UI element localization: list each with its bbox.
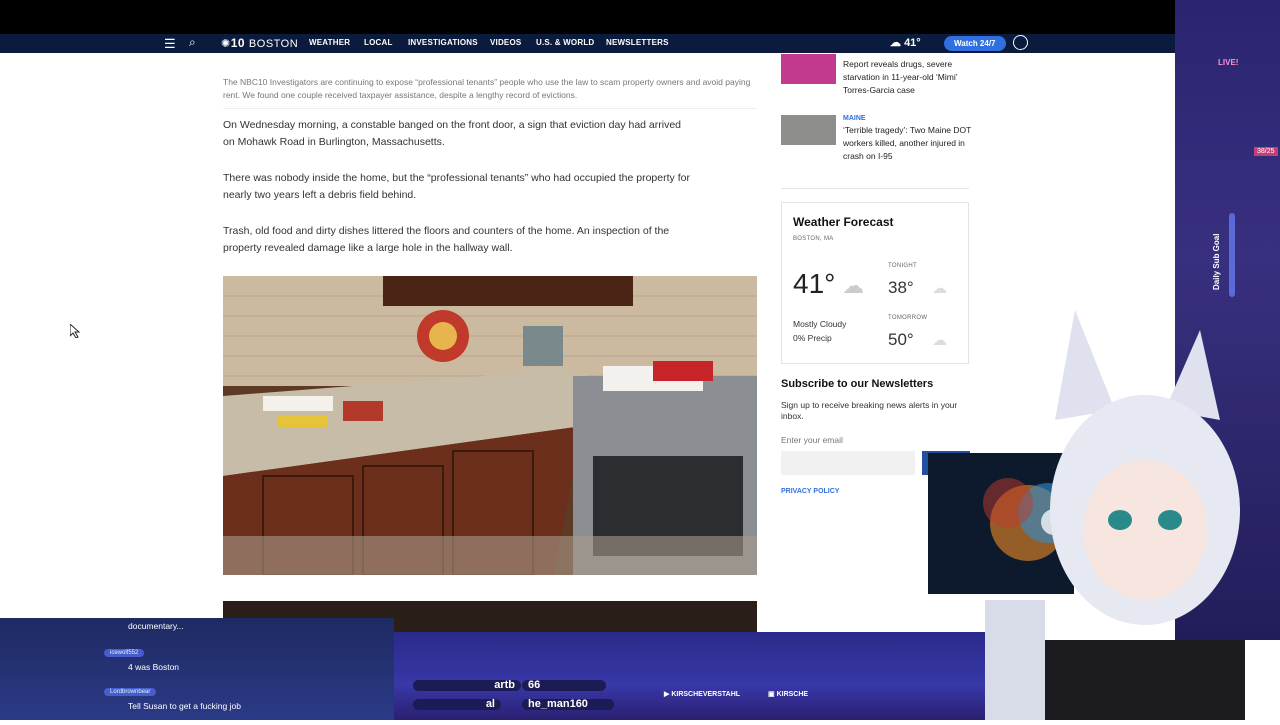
ticker-item: he_man160 [522,699,614,710]
live-indicator: LIVE! [1218,58,1239,67]
nav-weather[interactable]: ☁ 41° [890,36,921,49]
weather-condition: Mostly Cloudy [793,319,847,329]
ticker-item: 66 [522,680,606,691]
tomorrow-temp: 50° [888,330,914,349]
tonight-temp: 38° [888,278,914,297]
stream-chat-box: documentary... icewolf552 4 was Boston L… [0,618,394,720]
article-paragraph: On Wednesday morning, a constable banged… [223,119,682,148]
weather-location: BOSTON, MA [793,236,834,242]
sub-goal-label: Daily Sub Goal [1212,233,1221,290]
article-paragraph: Trash, old food and dirty dishes littere… [223,225,670,254]
nav-item-weather[interactable]: WEATHER [309,38,350,47]
article-photo-kitchen [223,276,757,575]
cloud-sun-icon: ☁ [890,37,901,49]
story-title[interactable]: ‘Terrible tragedy’: Two Maine DOT worker… [843,124,973,163]
email-field[interactable] [781,451,915,475]
ticker-item: artb [413,680,521,691]
hamburger-menu-icon[interactable]: ☰ [164,36,176,52]
chat-username: icewolf552 [104,649,145,657]
newsletter-description: Sign up to receive breaking news alerts … [781,400,958,421]
chat-icon: ▣ [768,691,777,698]
sub-goal-bar [1229,213,1235,297]
story-title[interactable]: Report reveals drugs, severe starvation … [843,58,973,97]
current-temp: 41° [793,268,836,299]
story-thumbnail[interactable] [781,115,836,145]
article-paragraph: There was nobody inside the home, but th… [223,172,690,201]
cloud-sun-icon: ☁ [842,273,864,298]
chat-username: Lordbrownbear [104,688,157,696]
ticker-item: al [413,699,501,710]
divider [223,108,757,109]
search-icon[interactable]: ⌕ [189,35,196,50]
weather-title: Weather Forecast [793,215,894,229]
chat-message: 4 was Boston [128,662,180,672]
chat-message: Tell Susan to get a fucking job [128,701,241,711]
nav-item-videos[interactable]: VIDEOS [490,38,521,47]
logo-peacock-icon: ✺ [221,38,231,50]
cloud-icon: ☁ [932,332,947,349]
tonight-label: TONIGHT [888,263,917,269]
chat-message: documentary... [128,621,184,631]
nav-item-local[interactable]: LOCAL [364,38,393,47]
vtuber-avatar [985,300,1280,720]
cloud-moon-icon: ☁ [932,280,947,297]
divider [781,188,969,189]
story-tag[interactable]: MAINE [843,115,866,122]
weather-forecast-widget[interactable]: Weather Forecast BOSTON, MA 41° ☁ Mostly… [781,202,969,364]
stream-top-black-bar [0,0,1280,34]
video-caption: The NBC10 Investigators are continuing t… [223,77,751,100]
email-label: Enter your email [781,435,843,445]
story-thumbnail[interactable] [781,54,836,84]
weather-precip: 0% Precip [793,333,832,343]
sub-goal-count: 38/25 [1254,147,1278,156]
user-account-icon[interactable] [1013,35,1028,50]
site-nav: ☰ ⌕ ✺10 BOSTON WEATHER LOCAL INVESTIGATI… [0,34,1175,53]
newsletter-title: Subscribe to our Newsletters [781,378,934,390]
tomorrow-label: TOMORROW [888,315,928,321]
twitch-handle: ▶ KIRSCHEVERSTAHL [664,691,741,698]
discord-handle: ▣ KIRSCHE [768,691,809,698]
watch-live-button[interactable]: Watch 24/7 [944,36,1006,51]
nav-item-us-world[interactable]: U.S. & WORLD [536,38,594,47]
site-logo[interactable]: ✺10 BOSTON [221,36,298,50]
privacy-policy-link[interactable]: PRIVACY POLICY [781,488,839,495]
nav-item-investigations[interactable]: INVESTIGATIONS [408,38,478,47]
nav-item-newsletters[interactable]: NEWSLETTERS [606,38,669,47]
